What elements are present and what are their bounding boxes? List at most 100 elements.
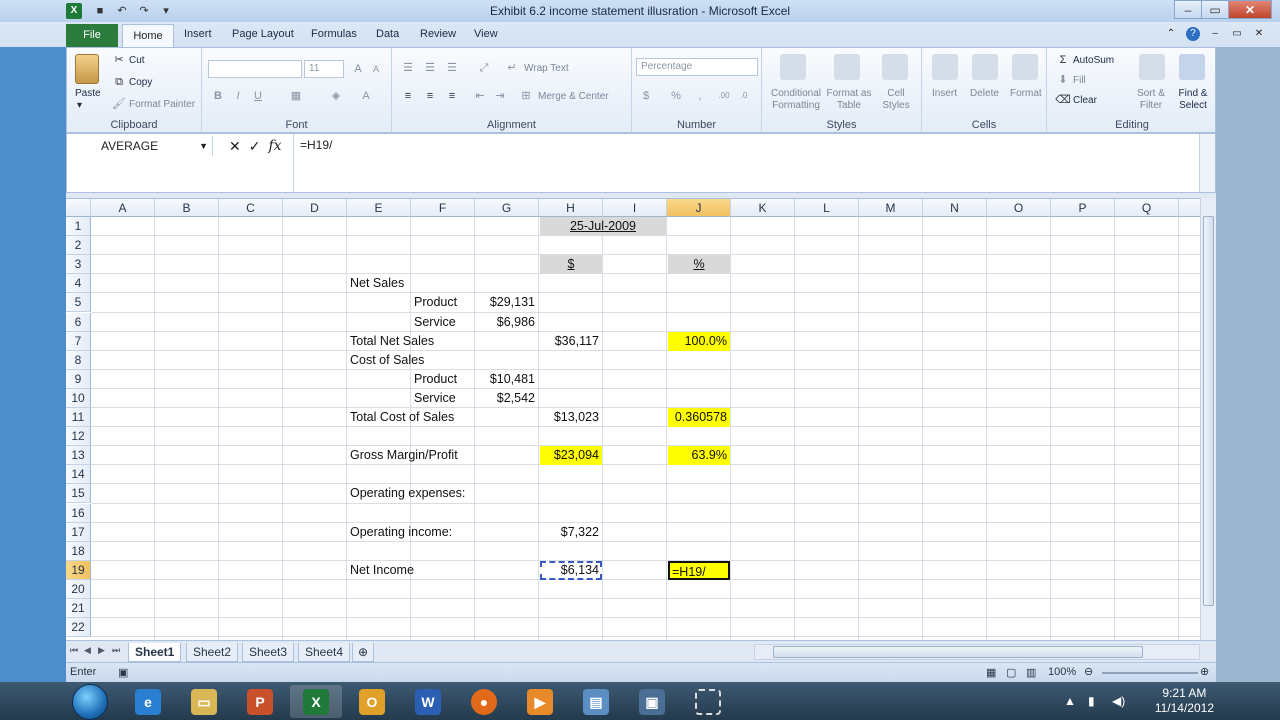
row-header-5[interactable]: 5	[66, 293, 91, 313]
workbook-restore-icon[interactable]: ▭	[1230, 27, 1244, 41]
start-button[interactable]	[72, 684, 108, 720]
shrink-font-icon[interactable]: A	[368, 61, 384, 77]
grow-font-icon[interactable]: A	[350, 61, 366, 77]
font-size-combo[interactable]: 11	[304, 60, 344, 78]
taskbar-excel[interactable]: X	[290, 685, 342, 718]
align-left-icon[interactable]: ≡	[400, 88, 416, 104]
number-format-combo[interactable]: Percentage	[636, 58, 758, 76]
paste-icon[interactable]	[75, 54, 99, 84]
column-header-o[interactable]: O	[987, 199, 1051, 217]
minimize-ribbon-icon[interactable]: ⌃	[1164, 27, 1178, 41]
column-header-p[interactable]: P	[1051, 199, 1115, 217]
prev-sheet-icon[interactable]: ◀	[84, 645, 91, 656]
help-icon[interactable]: ?	[1186, 27, 1200, 41]
column-header-r[interactable]: R	[1179, 199, 1200, 217]
taskbar-app-1[interactable]: ▤	[570, 685, 622, 718]
view-page-layout-icon[interactable]: ▢	[1006, 666, 1016, 679]
taskbar-ie[interactable]: e	[122, 685, 174, 718]
column-header-a[interactable]: A	[91, 199, 155, 217]
insert-sheet-icon[interactable]: ⊕	[352, 643, 374, 662]
tab-home[interactable]: Home	[122, 24, 174, 47]
worksheet-grid[interactable]: ABCDEFGHIJKLMNOPQR 123456789101112131415…	[66, 198, 1200, 640]
row-header-21[interactable]: 21	[66, 599, 91, 618]
horizontal-scrollbar[interactable]	[754, 644, 1200, 660]
cell-h13-gross-margin-value[interactable]: $23,094	[540, 446, 602, 466]
macro-record-icon[interactable]: ▣	[118, 666, 128, 679]
align-right-icon[interactable]: ≡	[444, 88, 460, 104]
borders-icon[interactable]: ▦	[288, 88, 304, 104]
insert-function-icon[interactable]: fx	[268, 136, 281, 156]
taskbar-explorer[interactable]: ▭	[178, 685, 230, 718]
row-header-8[interactable]: 8	[66, 350, 91, 370]
row-header-19[interactable]: 19	[66, 560, 91, 580]
comma-icon[interactable]: ,	[692, 88, 708, 104]
column-header-l[interactable]: L	[795, 199, 859, 217]
row-header-15[interactable]: 15	[66, 484, 91, 504]
formula-bar-scrollbar[interactable]	[1199, 134, 1215, 192]
workbook-minimize-icon[interactable]: –	[1208, 27, 1222, 41]
cell-g5-product-value[interactable]: $29,131	[476, 293, 538, 312]
increase-indent-icon[interactable]: ⇥	[492, 88, 508, 104]
cell-j19-active-cell[interactable]: =H19/	[668, 560, 730, 580]
row-header-20[interactable]: 20	[66, 579, 91, 599]
row-header-9[interactable]: 9	[66, 369, 91, 389]
cell-f5-product[interactable]: Product	[412, 293, 474, 312]
tray-expand-icon[interactable]: ▲	[1064, 694, 1076, 708]
find-select-button[interactable]: Find & Select	[1173, 88, 1213, 112]
insert-cells-button[interactable]: Insert	[932, 88, 957, 99]
next-sheet-icon[interactable]: ▶	[98, 645, 105, 656]
column-header-g[interactable]: G	[475, 199, 539, 217]
cell-e19-net-income[interactable]: Net Income	[348, 561, 414, 580]
name-box[interactable]: AVERAGE ▼	[67, 136, 213, 156]
bottom-align-icon[interactable]: ☰	[444, 60, 460, 76]
format-cells-button[interactable]: Format	[1010, 88, 1042, 99]
maximize-button[interactable]: ▭	[1201, 0, 1229, 19]
decrease-indent-icon[interactable]: ⇤	[472, 88, 488, 104]
cell-e13-gross-margin[interactable]: Gross Margin/Profit	[348, 446, 458, 465]
wrap-text-button[interactable]: Wrap Text	[524, 63, 569, 74]
cell-j7-total-net-sales-pct[interactable]: 100.0%	[668, 331, 730, 351]
tab-data[interactable]: Data	[376, 28, 399, 40]
cell-e7-total-net-sales[interactable]: Total Net Sales	[348, 332, 434, 351]
increase-decimal-icon[interactable]: .00	[716, 88, 732, 104]
tab-insert[interactable]: Insert	[184, 28, 212, 40]
paste-button[interactable]: Paste	[75, 88, 101, 99]
sort-filter-button[interactable]: Sort & Filter	[1131, 88, 1171, 112]
column-header-q[interactable]: Q	[1115, 199, 1179, 217]
enter-icon[interactable]: ✓	[249, 136, 261, 156]
vertical-scroll-thumb[interactable]	[1203, 216, 1214, 606]
name-box-dropdown-icon[interactable]: ▼	[199, 136, 208, 156]
fill-button[interactable]: Fill	[1073, 75, 1086, 86]
taskbar-snipping[interactable]	[682, 685, 734, 718]
column-header-d[interactable]: D	[283, 199, 347, 217]
view-page-break-icon[interactable]: ▥	[1026, 666, 1036, 679]
cell-e8-cost-of-sales[interactable]: Cost of Sales	[348, 351, 424, 370]
column-header-f[interactable]: F	[411, 199, 475, 217]
cell-e4-net-sales[interactable]: Net Sales	[348, 274, 410, 293]
italic-icon[interactable]: I	[230, 88, 246, 104]
cell-j13-gross-margin-pct[interactable]: 63.9%	[668, 446, 730, 466]
row-header-16[interactable]: 16	[66, 503, 91, 523]
sheet-tab-sheet4[interactable]: Sheet4	[298, 643, 351, 662]
row-header-14[interactable]: 14	[66, 465, 91, 485]
delete-cells-button[interactable]: Delete	[970, 88, 999, 99]
workbook-close-icon[interactable]: ✕	[1252, 27, 1266, 41]
column-header-k[interactable]: K	[731, 199, 795, 217]
cell-h1-date[interactable]: 25-Jul-2009	[540, 217, 666, 236]
column-header-e[interactable]: E	[347, 199, 411, 217]
sheet-tab-sheet1[interactable]: Sheet1	[128, 643, 182, 662]
autosum-button[interactable]: AutoSum	[1073, 55, 1114, 66]
cell-e17-operating-income[interactable]: Operating income:	[348, 523, 452, 542]
cell-f9-product[interactable]: Product	[412, 370, 474, 389]
tab-file[interactable]: File	[66, 24, 118, 47]
tab-formulas[interactable]: Formulas	[311, 28, 357, 40]
font-name-combo[interactable]	[208, 60, 302, 78]
decrease-decimal-icon[interactable]: .0	[736, 88, 752, 104]
currency-icon[interactable]: $	[638, 88, 654, 104]
cell-h3-dollar-header[interactable]: $	[540, 255, 602, 275]
column-header-m[interactable]: M	[859, 199, 923, 217]
row-header-11[interactable]: 11	[66, 408, 91, 427]
cell-h19-net-income-value[interactable]: $6,134	[540, 560, 602, 580]
cell-h17-operating-income-value[interactable]: $7,322	[540, 523, 602, 542]
row-header-4[interactable]: 4	[66, 274, 91, 294]
